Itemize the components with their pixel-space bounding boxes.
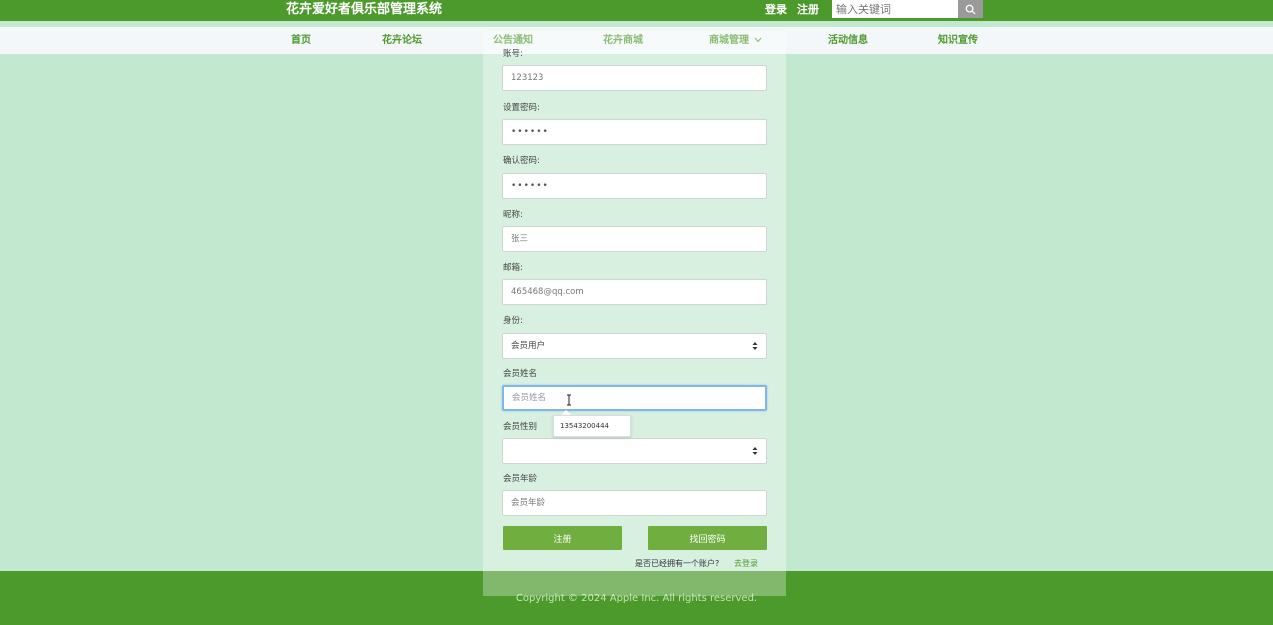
text-cursor-icon xyxy=(567,394,571,406)
member-gender-select[interactable] xyxy=(502,438,767,464)
search-input[interactable] xyxy=(832,0,958,18)
role-label: 身份: xyxy=(503,316,523,326)
login-link-top[interactable]: 登录 xyxy=(765,3,787,16)
search-icon xyxy=(965,4,976,15)
register-link-top[interactable]: 注册 xyxy=(797,3,819,16)
email-field[interactable]: 465468@qq.com xyxy=(502,279,767,305)
member-age-field[interactable]: 会员年龄 xyxy=(502,490,767,516)
select-arrows-icon xyxy=(752,447,758,455)
go-login-link[interactable]: 去登录 xyxy=(734,559,758,569)
member-age-label: 会员年龄 xyxy=(503,474,538,484)
nickname-label: 昵称: xyxy=(503,210,523,220)
password-field[interactable]: •••••• xyxy=(502,119,767,145)
register-button[interactable]: 注册 xyxy=(503,526,622,550)
email-label: 邮箱: xyxy=(503,263,523,273)
confirm-password-label: 确认密码: xyxy=(503,156,540,166)
role-select[interactable]: 会员用户 xyxy=(502,333,767,359)
account-label: 账号: xyxy=(503,49,523,59)
recover-password-button[interactable]: 找回密码 xyxy=(648,526,767,550)
password-label: 设置密码: xyxy=(503,103,540,113)
role-select-value: 会员用户 xyxy=(511,341,546,351)
nickname-field[interactable]: 张三 xyxy=(502,226,767,252)
confirm-password-field[interactable]: •••••• xyxy=(502,173,767,199)
nav-item-home[interactable]: 首页 xyxy=(291,35,311,47)
member-name-field[interactable]: 会员姓名 xyxy=(502,385,767,411)
member-name-label: 会员姓名 xyxy=(503,369,538,379)
site-title: 花卉爱好者俱乐部管理系统 xyxy=(286,2,443,17)
account-field[interactable]: 123123 xyxy=(502,65,767,91)
autocomplete-suggestion[interactable]: 13543200444 xyxy=(553,415,631,437)
nav-item-activities[interactable]: 活动信息 xyxy=(828,35,868,47)
nav-item-forum[interactable]: 花卉论坛 xyxy=(382,35,422,47)
nav-item-knowledge[interactable]: 知识宣传 xyxy=(938,35,978,47)
top-bar: 花卉爱好者俱乐部管理系统 登录 注册 xyxy=(0,0,1273,21)
login-prompt: 是否已经拥有一个账户? xyxy=(635,559,720,568)
select-arrows-icon xyxy=(752,342,758,350)
register-panel-bottom xyxy=(483,571,786,596)
member-gender-label: 会员性别 xyxy=(503,422,538,432)
search-button[interactable] xyxy=(958,0,983,18)
